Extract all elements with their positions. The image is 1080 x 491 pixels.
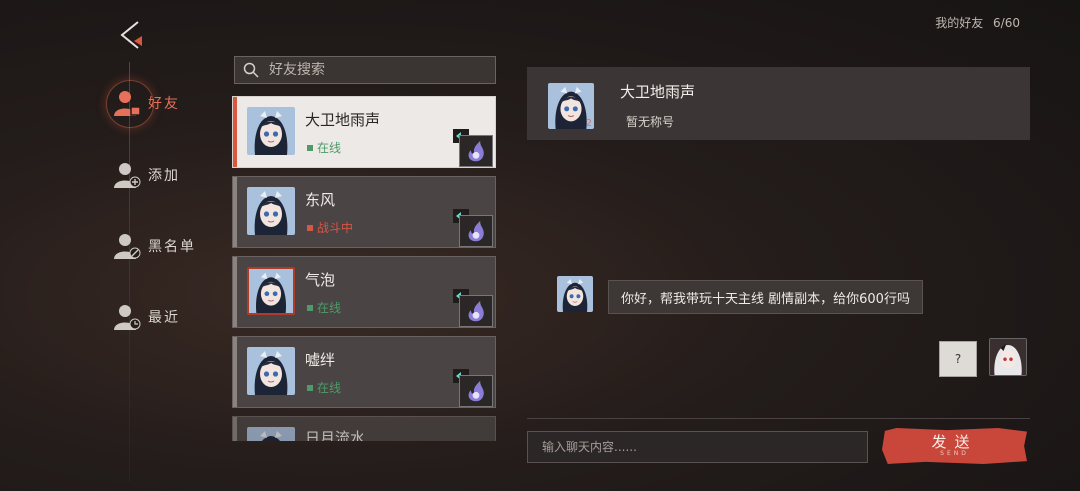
status-dot <box>307 304 313 311</box>
friend-count: 我的好友 6/60 <box>935 14 1020 31</box>
nav-item-friends[interactable]: 好友 <box>112 83 180 123</box>
friend-name: 气泡 <box>305 271 336 289</box>
friend-count-value: 6/60 <box>993 16 1020 30</box>
friend-item[interactable]: 东风 战斗中 <box>232 176 496 248</box>
message-bubble: 你好，帮我带玩十天主线 剧情副本，给你600行吗 <box>608 280 923 314</box>
friend-item[interactable]: 嘘绊 在线 <box>232 336 496 408</box>
friend-status: 在线 <box>307 299 341 316</box>
avatar <box>247 107 295 155</box>
nav-label-recent: 最近 <box>148 310 180 326</box>
self-avatar[interactable] <box>989 338 1027 376</box>
friend-name: 大卫地雨声 <box>305 111 381 129</box>
status-dot <box>307 384 313 391</box>
avatar <box>247 427 295 441</box>
friend-list[interactable]: 大卫地雨声 在线 东风 战斗中 气泡 在线 嘘绊 在线 日月流水 <box>232 96 496 441</box>
gift-button[interactable] <box>459 375 493 407</box>
status-dot <box>307 144 313 151</box>
message-avatar[interactable] <box>557 276 593 312</box>
gift-icon <box>463 379 489 403</box>
friend-status: 在线 <box>307 379 341 396</box>
status-text: 在线 <box>317 141 342 155</box>
back-button[interactable] <box>112 16 150 54</box>
send-label: 发送 <box>931 433 978 451</box>
friend-item[interactable]: 日月流水 <box>232 416 496 441</box>
friend-name: 日月流水 <box>305 429 366 441</box>
item-bar <box>233 337 237 407</box>
chat-header <box>527 67 1030 140</box>
friends-icon <box>112 88 141 118</box>
item-bar <box>233 257 237 327</box>
gift-button[interactable] <box>459 295 493 327</box>
chat-partner-name: 大卫地雨声 <box>620 83 696 101</box>
status-dot <box>307 224 313 231</box>
avatar <box>247 347 295 395</box>
nav-label-friends: 好友 <box>148 96 180 112</box>
gift-icon <box>463 219 489 243</box>
item-bar <box>233 177 237 247</box>
status-text: 战斗中 <box>317 221 354 235</box>
friend-search[interactable] <box>234 56 496 84</box>
chat-partner-title: 暂无称号 <box>626 115 675 129</box>
chat-input[interactable] <box>527 431 868 463</box>
friend-item[interactable]: 气泡 在线 <box>232 256 496 328</box>
self-message-bubble: ? <box>939 341 977 377</box>
nav-item-add[interactable]: 添加 <box>112 155 180 195</box>
add-user-icon <box>112 160 141 190</box>
friend-count-label: 我的好友 <box>935 16 984 30</box>
friend-status: 在线 <box>307 139 341 156</box>
send-button[interactable]: 发送 SEND <box>882 428 1027 464</box>
friend-status: 战斗中 <box>307 219 353 236</box>
nav-label-blacklist: 黑名单 <box>148 239 196 255</box>
gift-button[interactable] <box>459 135 493 167</box>
chat-partner-avatar[interactable]: 2 <box>548 83 594 129</box>
divider <box>527 418 1030 419</box>
gift-icon <box>463 139 489 163</box>
search-input[interactable] <box>267 61 481 79</box>
search-icon <box>243 62 259 78</box>
friend-item[interactable]: 大卫地雨声 在线 <box>232 96 496 168</box>
friend-name: 嘘绊 <box>305 351 336 369</box>
nav-label-add: 添加 <box>148 168 180 184</box>
nav-item-recent[interactable]: 最近 <box>112 297 180 337</box>
status-text: 在线 <box>317 381 342 395</box>
item-bar <box>233 417 237 441</box>
gift-icon <box>463 299 489 323</box>
friend-name: 东风 <box>305 191 336 209</box>
back-arrow-icon <box>120 21 142 49</box>
send-sublabel: SEND <box>940 450 969 457</box>
avatar <box>247 187 295 235</box>
nav-item-blacklist[interactable]: 黑名单 <box>112 226 196 266</box>
gift-button[interactable] <box>459 215 493 247</box>
selection-bar <box>233 97 237 167</box>
recent-user-icon <box>112 302 141 332</box>
level-badge: 2 <box>585 118 592 129</box>
avatar <box>247 267 295 315</box>
status-text: 在线 <box>317 301 342 315</box>
blocked-user-icon <box>112 231 141 261</box>
